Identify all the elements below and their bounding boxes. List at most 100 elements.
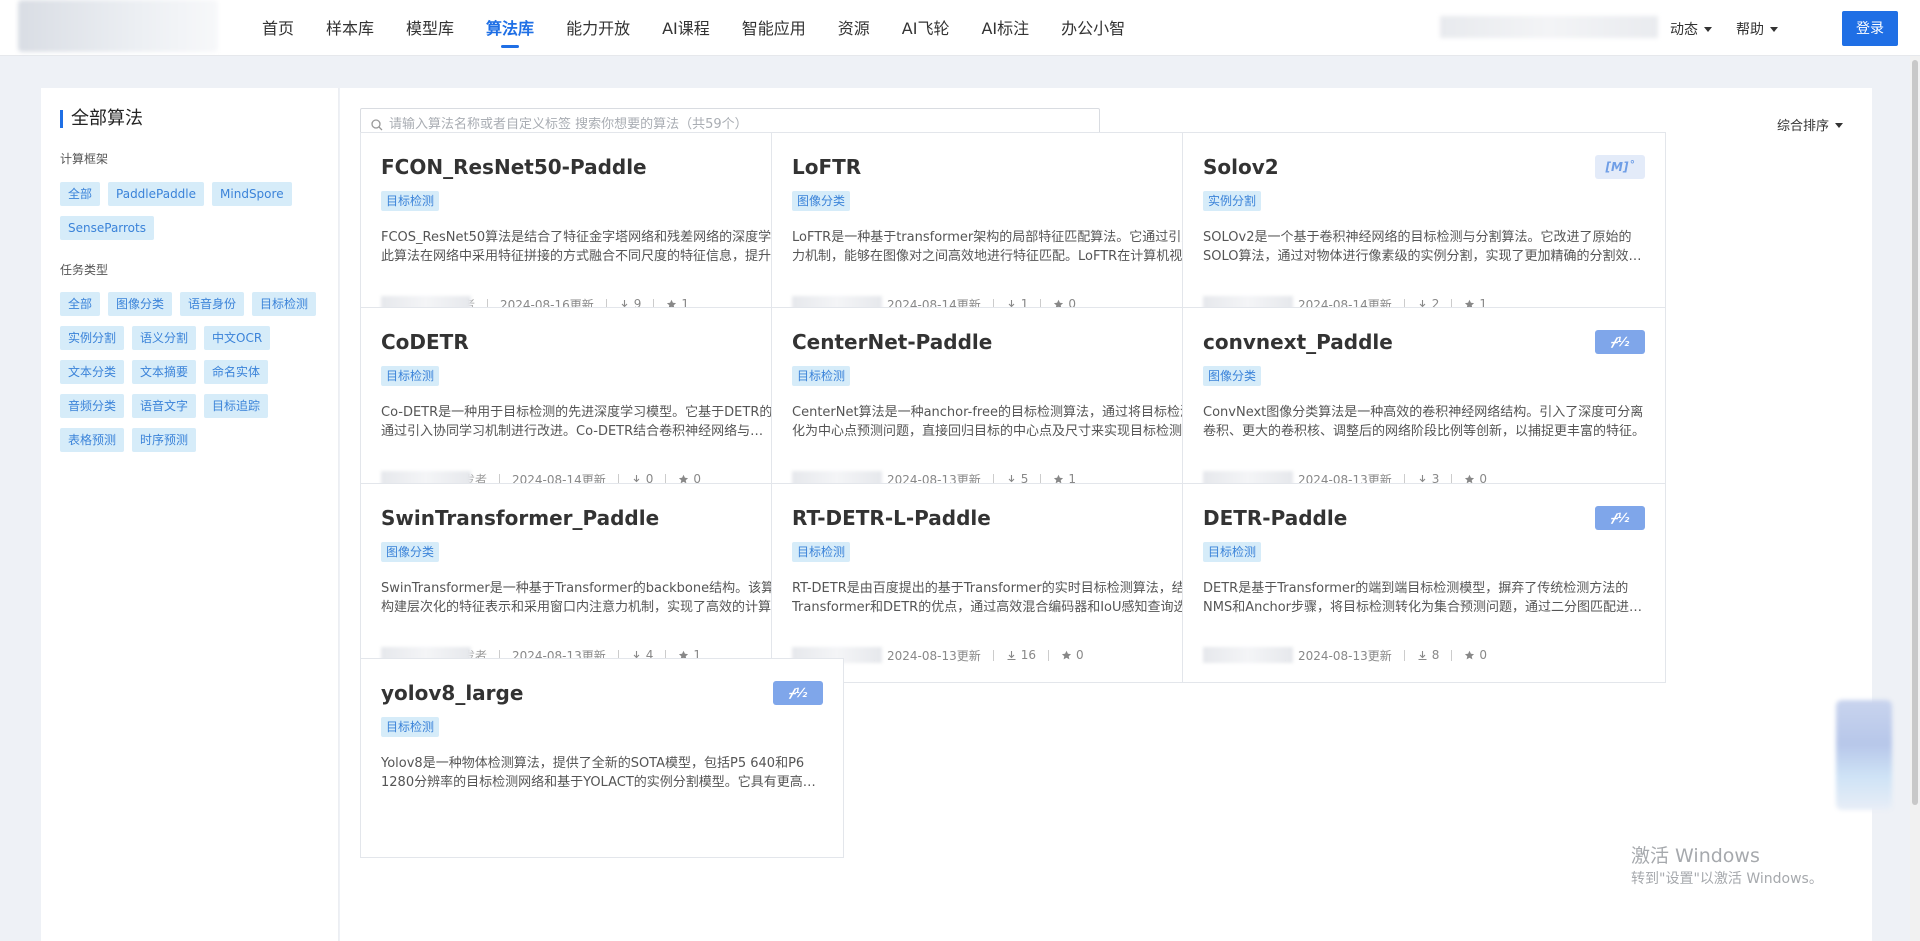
task-filter-tag[interactable]: 文本分类 <box>60 360 125 384</box>
nav-item[interactable]: 模型库 <box>390 0 470 56</box>
task-filter-tag[interactable]: 语义分割 <box>132 326 197 350</box>
dynamic-menu[interactable]: 动态 <box>1670 19 1712 39</box>
paddlepaddle-logo-icon: ᚋ½ <box>773 681 823 705</box>
task-filter-tag[interactable]: 表格预测 <box>60 428 125 452</box>
algorithm-card[interactable]: convnext_Paddle ᚋ½ 图像分类 ConvNext图像分类算法是一种高效… <box>1182 307 1666 507</box>
update-date: 2024-08-13更新 <box>887 648 981 663</box>
chevron-down-icon <box>1770 27 1778 32</box>
task-filter-tag[interactable]: 文本摘要 <box>132 360 197 384</box>
card-task-tag: 目标检测 <box>792 366 851 386</box>
card-description: LoFTR是一种基于transformer架构的局部特征匹配算法。它通过引入自注… <box>792 230 1234 264</box>
task-filter-tag[interactable]: 语音文字 <box>132 394 197 418</box>
paddlepaddle-logo-icon: ᚋ½ <box>1595 330 1645 354</box>
card-title: LoFTR <box>792 155 862 179</box>
card-title: convnext_Paddle <box>1203 330 1393 354</box>
card-task-tag: 目标检测 <box>381 191 440 211</box>
sort-label: 综合排序 <box>1777 119 1830 134</box>
nav-item[interactable]: 算法库 <box>470 0 550 56</box>
nav-item[interactable]: 办公小智 <box>1045 0 1141 56</box>
card-meta: 2024-08-13更新 8 0 <box>1203 645 1487 665</box>
star-count: 0 <box>1479 648 1488 662</box>
card-description: DETR是基于Transformer的端到端目标检测模型，摒弃了传统检测方法的N… <box>1203 581 1643 615</box>
framework-tag-list: 全部 PaddlePaddle MindSpore SenseParrots <box>60 182 320 240</box>
user-info-blurred <box>1440 16 1658 38</box>
watermark-line2: 转到"设置"以激活 Windows。 <box>1631 871 1823 887</box>
search-icon <box>371 118 383 130</box>
task-tag-list: 全部 图像分类 语音身份 目标检测实例分割 语义分割 中文OCR 文本分类 文本摘要 命名实体音… <box>60 292 320 452</box>
filter-sidebar: 全部算法 计算框架 全部 PaddlePaddle MindSpore SensePa… <box>41 88 339 941</box>
site-logo[interactable] <box>18 0 218 52</box>
nav-item[interactable]: 资源 <box>822 0 886 56</box>
search-input[interactable] <box>389 117 1079 132</box>
watermark-line1: 激活 Windows <box>1631 845 1760 867</box>
card-description: FCOS_ResNet50算法是结合了特征金字塔网络和残差网络的深度学习模型，此… <box>381 230 824 264</box>
framework-filter-tag[interactable]: 全部 <box>60 182 101 206</box>
windows-activation-watermark: 激活 Windows 转到"设置"以激活 Windows。 <box>1631 844 1823 890</box>
publisher-avatar-blurred <box>1203 647 1293 663</box>
sort-dropdown[interactable]: 综合排序 <box>1777 115 1844 134</box>
card-title: CoDETR <box>381 330 469 354</box>
framework-filter-tag[interactable]: MindSpore <box>212 182 292 206</box>
card-task-tag: 图像分类 <box>381 542 440 562</box>
paddlepaddle-logo-icon: ᚋ½ <box>1595 506 1645 530</box>
main-nav: 首页 样本库 模型库 算法库 能力开放 AI课程 智能应用 资源 AI飞轮 AI标注 办公小智 <box>246 0 1141 56</box>
card-task-tag: 图像分类 <box>792 191 851 211</box>
download-count: 8 <box>1431 648 1440 662</box>
nav-item[interactable]: AI课程 <box>646 0 726 56</box>
card-description: Co-DETR是一种用于目标检测的先进深度学习模型。它基于DETR的架构，并通过… <box>381 405 825 439</box>
algorithm-card[interactable]: Solov2 [M]˚ 实例分割 SOLOv2是一个基于卷积神经网络的目标检测与分割算… <box>1182 132 1666 332</box>
login-button[interactable]: 登录 <box>1842 11 1898 46</box>
chevron-down-icon <box>1704 27 1712 32</box>
framework-filter-tag[interactable]: SenseParrots <box>60 216 154 240</box>
mindspore-logo-icon: [M]˚ <box>1595 155 1645 179</box>
star-icon <box>1061 650 1072 659</box>
nav-item[interactable]: AI标注 <box>965 0 1045 56</box>
card-description: ConvNext图像分类算法是一种高效的卷积神经网络结构。引入了深度可分离卷积、… <box>1203 405 1646 439</box>
meta-divider <box>1048 649 1050 661</box>
download-count: 16 <box>1020 648 1037 662</box>
card-description: SwinTransformer是一种基于Transformer的backbone… <box>381 581 823 615</box>
sidebar-title: 全部算法 <box>60 110 143 128</box>
nav-item[interactable]: 样本库 <box>310 0 390 56</box>
framework-filter-tag[interactable]: PaddlePaddle <box>108 182 205 206</box>
scrollbar-thumb[interactable] <box>1912 60 1918 805</box>
task-filter-tag[interactable]: 时序预测 <box>132 428 197 452</box>
nav-item[interactable]: 首页 <box>246 0 310 56</box>
dynamic-label: 动态 <box>1670 22 1698 38</box>
algorithm-list-panel: 综合排序 FCON_ResNet50-Paddle ᚋ½ 目标检测 FCOS_ResN… <box>340 88 1872 941</box>
task-filter-tag[interactable]: 目标检测 <box>252 292 317 316</box>
task-filter-tag[interactable]: 图像分类 <box>108 292 173 316</box>
card-title: yolov8_large <box>381 681 524 705</box>
update-date: 2024-08-13更新 <box>1298 648 1392 663</box>
meta-divider <box>1451 649 1453 661</box>
nav-item[interactable]: 能力开放 <box>550 0 646 56</box>
card-description: SOLOv2是一个基于卷积神经网络的目标检测与分割算法。它改进了原始的SOLO算… <box>1203 230 1632 264</box>
floating-widget-blurred[interactable] <box>1836 700 1892 810</box>
algorithm-card[interactable]: yolov8_large ᚋ½ 目标检测 Yolov8是一种物体检测算法，提供了全新的… <box>360 658 844 858</box>
task-section-title: 任务类型 <box>60 263 109 277</box>
task-filter-tag[interactable]: 实例分割 <box>60 326 125 350</box>
download-icon <box>1418 650 1427 660</box>
download-icon <box>1007 650 1016 660</box>
task-filter-tag[interactable]: 目标追踪 <box>204 394 269 418</box>
meta-divider <box>1403 649 1405 661</box>
nav-item[interactable]: AI飞轮 <box>886 0 966 56</box>
card-description: Yolov8是一种物体检测算法，提供了全新的SOTA模型，包括P5 640和P6… <box>381 756 816 790</box>
star-count: 0 <box>1076 648 1084 662</box>
nav-item[interactable]: 智能应用 <box>726 0 822 56</box>
task-filter-tag[interactable]: 全部 <box>60 292 101 316</box>
framework-section-title: 计算框架 <box>60 152 109 166</box>
task-filter-tag[interactable]: 语音身份 <box>180 292 245 316</box>
card-task-tag: 目标检测 <box>381 717 440 737</box>
task-filter-tag[interactable]: 中文OCR <box>204 326 271 350</box>
task-filter-tag[interactable]: 音频分类 <box>60 394 125 418</box>
card-title: SwinTransformer_Paddle <box>381 506 660 530</box>
card-title: DETR-Paddle <box>1203 506 1348 530</box>
task-filter-tag[interactable]: 命名实体 <box>204 360 269 384</box>
meta-divider <box>992 649 994 661</box>
card-task-tag: 图像分类 <box>1203 366 1262 386</box>
algorithm-card[interactable]: DETR-Paddle ᚋ½ 目标检测 DETR是基于Transformer的端到端目… <box>1182 483 1666 683</box>
card-task-tag: 目标检测 <box>381 366 440 386</box>
card-title: Solov2 <box>1203 155 1279 179</box>
help-menu[interactable]: 帮助 <box>1736 19 1778 39</box>
